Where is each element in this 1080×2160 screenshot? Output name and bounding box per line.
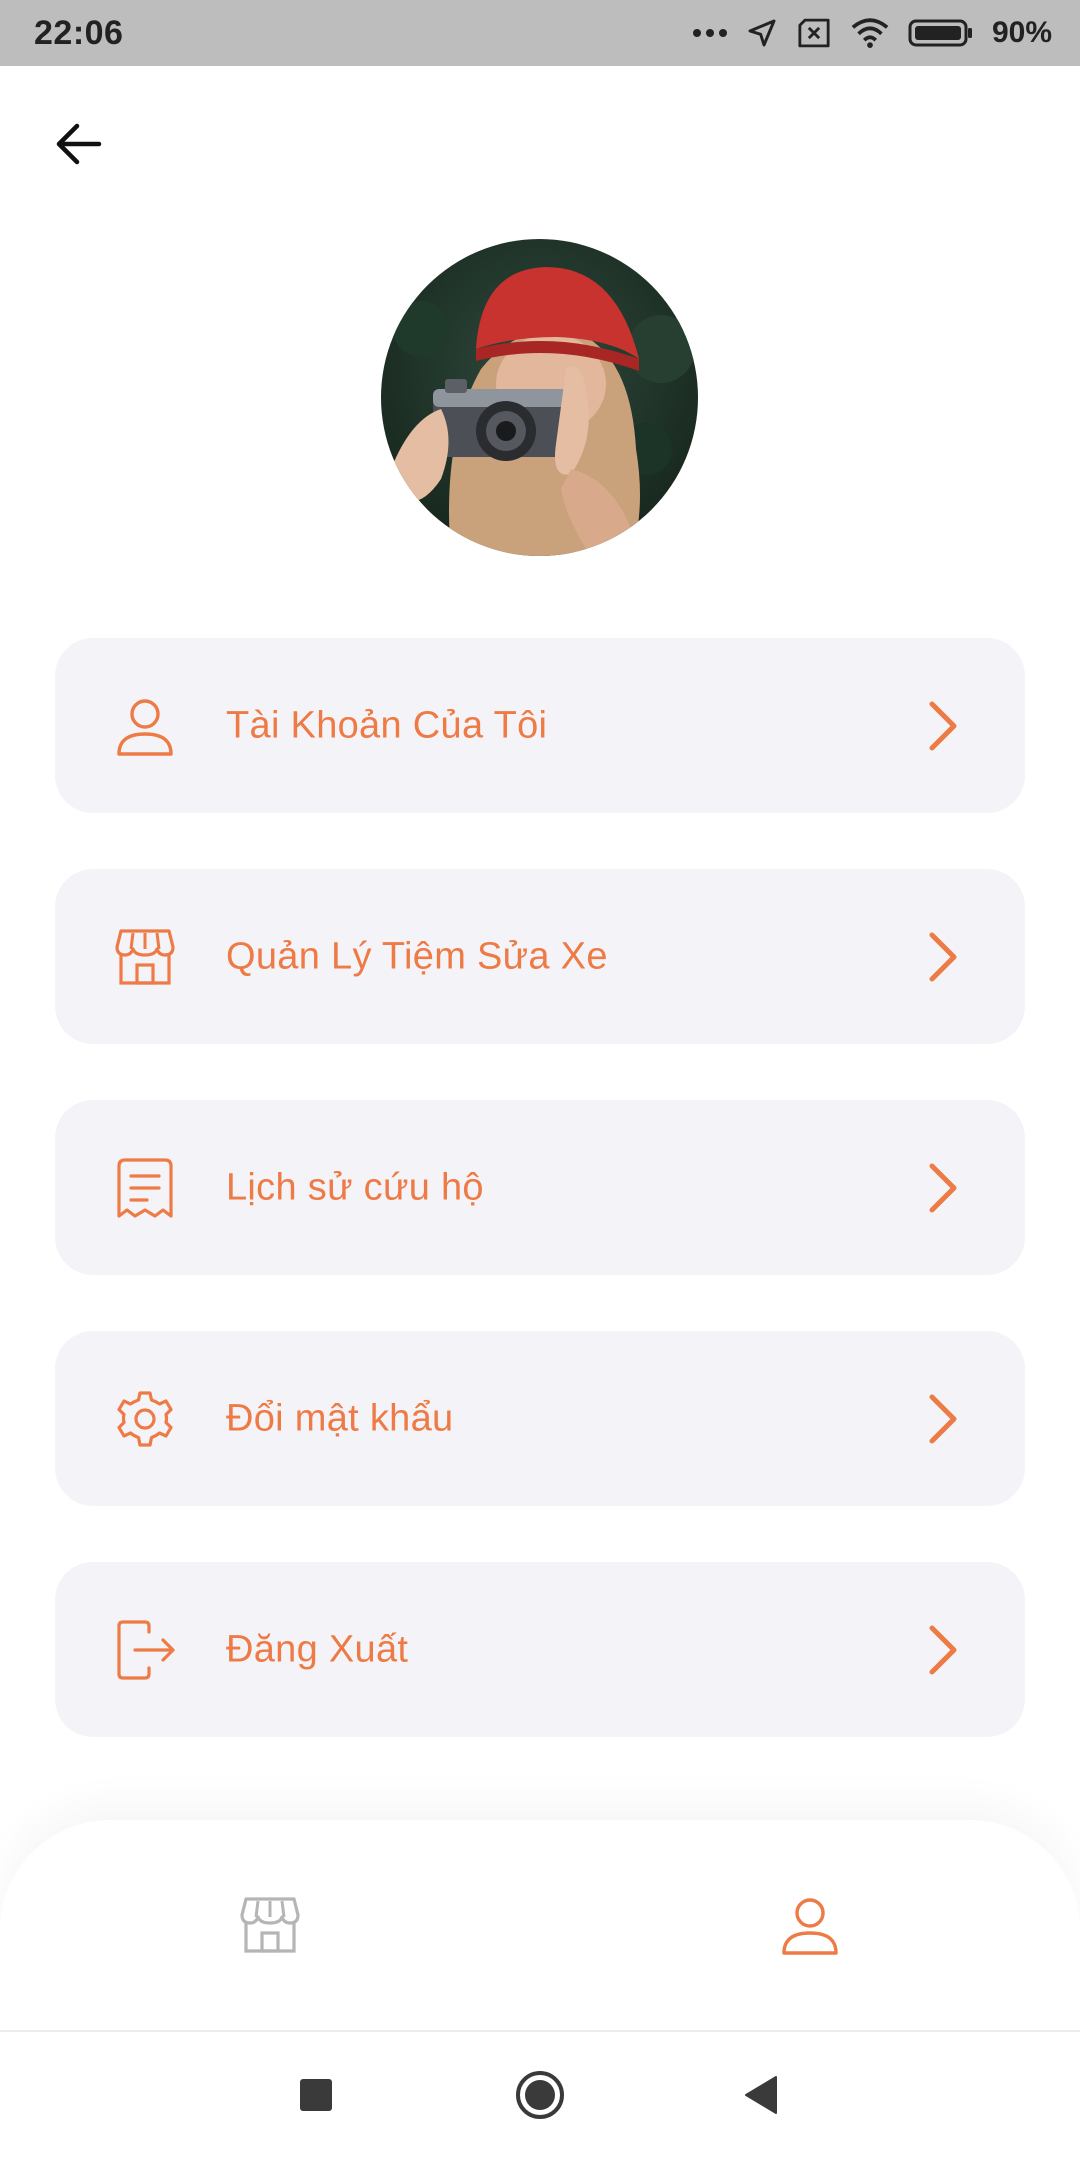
menu-item-manage-repair-shop[interactable]: Quản Lý Tiệm Sửa Xe [55,869,1025,1044]
system-nav-bar [0,2030,1080,2160]
status-bar: 22:06 90% [0,0,1080,66]
home-button[interactable] [505,2062,575,2132]
logout-icon [107,1612,183,1688]
menu-item-label: Tài Khoản Của Tôi [226,704,548,746]
menu-item-label: Lịch sử cứu hộ [226,1166,484,1208]
recent-apps-button[interactable] [281,2062,351,2132]
profile-photo [381,239,698,556]
back-nav-button[interactable] [725,2062,795,2132]
status-icons: 90% [692,16,1052,50]
user-icon [778,1893,842,1962]
home-circle-icon [514,2069,566,2126]
battery-percent: 90% [991,16,1052,49]
avatar[interactable] [381,239,698,556]
nav-store-button[interactable] [225,1882,315,1972]
menu-item-change-password[interactable]: Đổi mật khẩu [55,1331,1025,1506]
gear-icon [107,1381,183,1457]
wifi-icon [850,17,890,49]
chevron-right-icon [917,1389,967,1449]
menu-item-logout[interactable]: Đăng Xuất [55,1562,1025,1737]
more-dots-icon [692,27,728,39]
chevron-right-icon [917,927,967,987]
bottom-nav [0,1820,1080,2030]
nav-profile-button[interactable] [765,1882,855,1972]
user-icon [107,688,183,764]
store-icon [107,919,183,995]
chevron-right-icon [917,1620,967,1680]
receipt-icon [107,1150,183,1226]
battery-icon [908,17,974,49]
store-icon [238,1893,302,1962]
menu-item-label: Quản Lý Tiệm Sửa Xe [226,935,608,977]
status-time: 22:06 [34,13,124,52]
menu-item-my-account[interactable]: Tài Khoản Của Tôi [55,638,1025,813]
location-arrow-icon [746,17,778,49]
sim-off-icon [796,17,832,49]
square-icon [298,2077,334,2118]
menu-item-rescue-history[interactable]: Lịch sử cứu hộ [55,1100,1025,1275]
back-button[interactable] [44,112,112,180]
chevron-right-icon [917,696,967,756]
menu-item-label: Đăng Xuất [226,1628,409,1670]
menu-item-label: Đổi mật khẩu [226,1397,454,1439]
chevron-right-icon [917,1158,967,1218]
triangle-back-icon [742,2075,778,2120]
arrow-left-icon [53,122,103,171]
